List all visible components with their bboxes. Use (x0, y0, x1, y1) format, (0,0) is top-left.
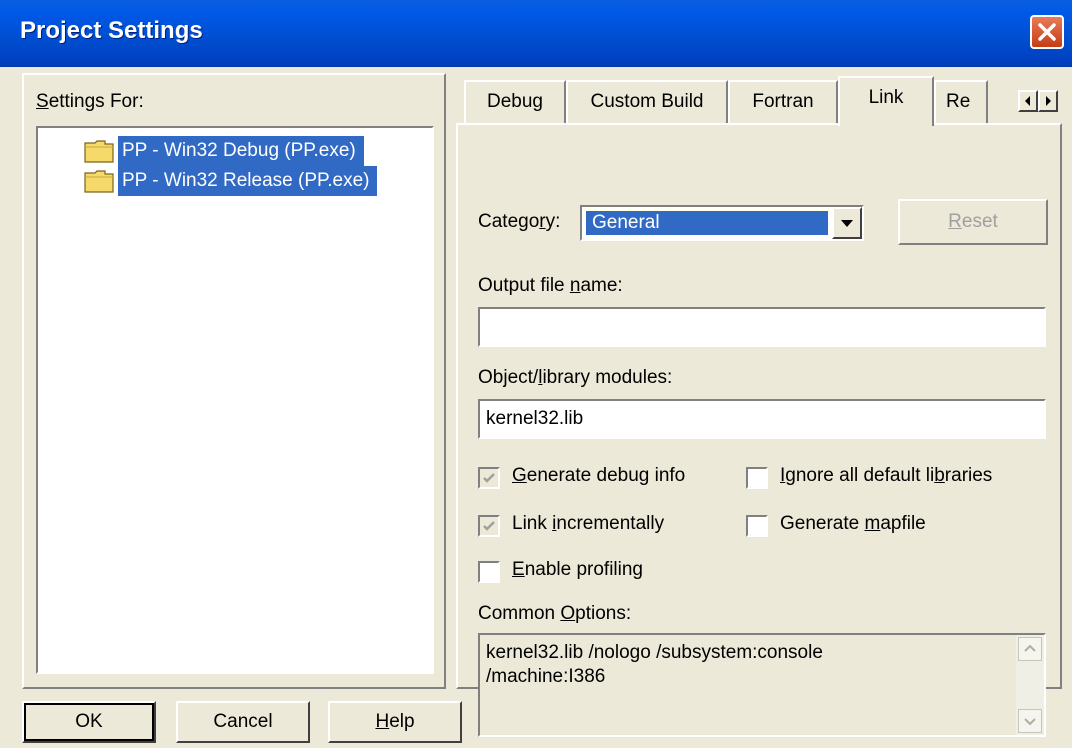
ignore-default-libs-label: Ignore all default libraries (780, 465, 993, 486)
ok-button[interactable]: OK (22, 701, 156, 743)
common-options-line: kernel32.lib /nologo /subsystem:console (486, 642, 823, 663)
output-file-input[interactable] (478, 307, 1046, 347)
window-title: Project Settings (20, 17, 203, 44)
ignore-default-libs-checkbox[interactable] (746, 467, 768, 489)
tab-debug[interactable]: Debug (464, 80, 566, 124)
settings-for-label: Settings For: (36, 91, 144, 112)
tree-item-label: PP - Win32 Debug (PP.exe) (118, 136, 364, 166)
vertical-scrollbar[interactable] (1016, 635, 1044, 735)
link-tab-page: Category: General Reset Output file name… (456, 123, 1062, 737)
checkmark-icon (483, 473, 495, 483)
category-value: General (585, 210, 829, 236)
scroll-down-button[interactable] (1018, 709, 1042, 733)
modules-input[interactable]: kernel32.lib (478, 399, 1046, 439)
dropdown-button[interactable] (832, 207, 862, 239)
project-tree[interactable]: PP - Win32 Debug (PP.exe) PP - Win32 Rel… (36, 126, 434, 674)
arrow-left-icon (1025, 96, 1030, 106)
chevron-down-icon (1024, 718, 1036, 726)
title-bar[interactable]: Project Settings (0, 0, 1072, 67)
tab-fortran[interactable]: Fortran (728, 80, 838, 124)
help-button[interactable]: Help (328, 701, 462, 743)
folder-icon (84, 140, 114, 163)
tab-custom-build[interactable]: Custom Build (566, 80, 728, 124)
cancel-button[interactable]: Cancel (176, 701, 310, 743)
tree-item-label: PP - Win32 Release (PP.exe) (118, 166, 378, 196)
close-button[interactable] (1030, 15, 1064, 49)
tab-link[interactable]: Link (838, 76, 934, 126)
chevron-up-icon (1024, 644, 1036, 652)
category-dropdown[interactable]: General (580, 205, 864, 241)
tab-control: Debug Custom Build Fortran Link Re Categ… (456, 73, 1062, 737)
chevron-down-icon (841, 220, 853, 227)
close-icon (1038, 23, 1056, 41)
tab-scroll-left[interactable] (1018, 90, 1038, 112)
common-options-line: /machine:I386 (486, 666, 606, 687)
common-options-textarea[interactable]: kernel32.lib /nologo /subsystem:console … (478, 633, 1046, 737)
generate-mapfile-checkbox[interactable] (746, 515, 768, 537)
scroll-up-button[interactable] (1018, 637, 1042, 661)
folder-icon (84, 170, 114, 193)
link-incrementally-label: Link incrementally (512, 513, 665, 534)
checkmark-icon (483, 521, 495, 531)
tab-scroll-right[interactable] (1038, 90, 1058, 112)
link-incrementally-checkbox[interactable] (478, 515, 500, 537)
tab-resources[interactable]: Re (934, 80, 988, 124)
common-options-text: kernel32.lib /nologo /subsystem:console … (486, 641, 1006, 689)
category-label: Category: (478, 211, 561, 232)
dialog-body: Settings For: PP - Win32 Debug (PP.exe) … (0, 67, 1072, 748)
common-options-label: Common Options: (478, 603, 632, 624)
enable-profiling-label: Enable profiling (512, 559, 643, 580)
reset-button[interactable]: Reset (898, 199, 1048, 245)
settings-for-panel: Settings For: PP - Win32 Debug (PP.exe) … (22, 73, 446, 689)
modules-label: Object/library modules: (478, 367, 673, 388)
generate-debug-info-checkbox[interactable] (478, 467, 500, 489)
generate-debug-info-label: Generate debug info (512, 465, 686, 486)
output-file-label: Output file name: (478, 275, 623, 296)
generate-mapfile-label: Generate mapfile (780, 513, 926, 534)
arrow-right-icon (1046, 96, 1051, 106)
enable-profiling-checkbox[interactable] (478, 561, 500, 583)
